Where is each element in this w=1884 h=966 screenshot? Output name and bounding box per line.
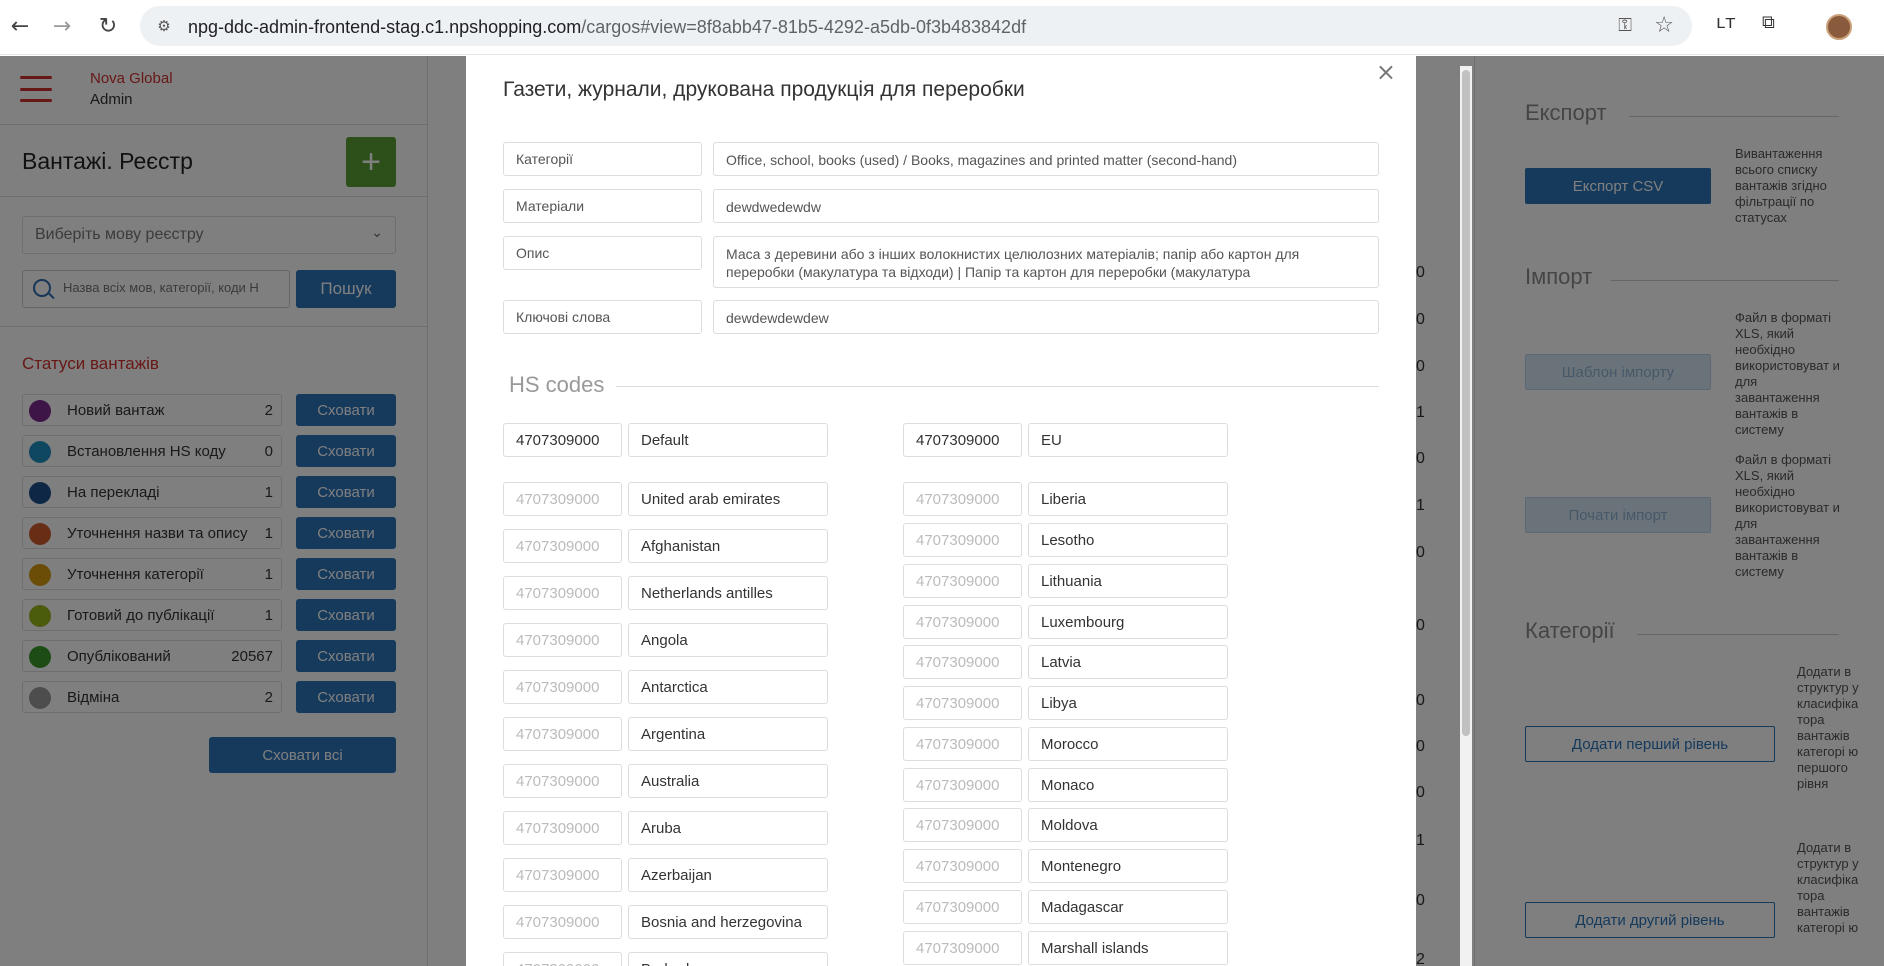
hs-code-input[interactable]: 4707309000	[903, 808, 1022, 842]
url-text[interactable]: npg-ddc-admin-frontend-stag.c1.npshoppin…	[188, 17, 1026, 38]
country-label: Antarctica	[628, 670, 828, 704]
hs-code-input[interactable]: 4707309000	[503, 811, 622, 845]
country-label: Madagascar	[1028, 890, 1228, 924]
country-label: Bosnia and herzegovina	[628, 905, 828, 939]
hs-code-input[interactable]: 4707309000	[903, 727, 1022, 761]
default-country-label: Default	[628, 423, 828, 457]
hs-code-input[interactable]: 4707309000	[903, 564, 1022, 598]
hs-code-input[interactable]: 4707309000	[503, 952, 622, 966]
back-arrow-icon[interactable]: ←	[4, 10, 36, 42]
hs-code-input[interactable]: 4707309000	[503, 623, 622, 657]
country-label: Netherlands antilles	[628, 576, 828, 610]
hs-code-input[interactable]: 4707309000	[903, 768, 1022, 802]
hs-code-input[interactable]: 4707309000	[503, 482, 622, 516]
country-label: Aruba	[628, 811, 828, 845]
bookmark-star-icon[interactable]: ☆	[1654, 13, 1674, 38]
country-label: Angola	[628, 623, 828, 657]
hs-code-input[interactable]: 4707309000	[503, 905, 622, 939]
country-label: Barbados	[628, 952, 828, 966]
country-label: Marshall islands	[1028, 931, 1228, 965]
hs-codes-heading: HS codes	[509, 372, 615, 398]
categories-value[interactable]: Office, school, books (used) / Books, ma…	[713, 142, 1379, 176]
hs-code-input[interactable]: 4707309000	[903, 523, 1022, 557]
reload-icon[interactable]: ↻	[92, 10, 124, 42]
hs-code-input[interactable]: 4707309000	[903, 645, 1022, 679]
extensions-puzzle-icon[interactable]: ⧉	[1762, 12, 1775, 33]
forward-arrow-icon[interactable]: →	[46, 10, 78, 42]
address-bar[interactable]: ⚙ npg-ddc-admin-frontend-stag.c1.npshopp…	[140, 6, 1692, 46]
url-host: npg-ddc-admin-frontend-stag.c1.npshoppin…	[188, 17, 582, 37]
password-key-icon[interactable]: ⚿	[1618, 15, 1632, 36]
description-value[interactable]: Маса з деревини або з інших волокнистих …	[713, 236, 1379, 288]
description-label: Опис	[503, 236, 702, 270]
translate-extension-icon[interactable]: ʟᴛ	[1716, 12, 1736, 33]
cargo-details-modal: × Газети, журнали, друкована продукція д…	[466, 56, 1416, 966]
country-label: Monaco	[1028, 768, 1228, 802]
country-label: Azerbaijan	[628, 858, 828, 892]
modal-scrollbar[interactable]	[1460, 66, 1472, 966]
hs-code-input[interactable]: 4707309000	[503, 529, 622, 563]
country-label: Argentina	[628, 717, 828, 751]
country-label: Moldova	[1028, 808, 1228, 842]
hs-code-input[interactable]: 4707309000	[903, 890, 1022, 924]
modal-title: Газети, журнали, друкована продукція для…	[503, 78, 1025, 101]
country-label: Lithuania	[1028, 564, 1228, 598]
country-label: Libya	[1028, 686, 1228, 720]
hs-code-input[interactable]: 4707309000	[903, 605, 1022, 639]
hs-code-input[interactable]: 4707309000	[503, 764, 622, 798]
materials-value[interactable]: dewdwedewdw	[713, 189, 1379, 223]
country-label: Afghanistan	[628, 529, 828, 563]
eu-country-label: EU	[1028, 423, 1228, 457]
site-info-icon[interactable]: ⚙	[152, 14, 176, 38]
keywords-value[interactable]: dewdewdewdew	[713, 300, 1379, 334]
default-hs-code-input[interactable]: 4707309000	[503, 423, 622, 457]
hs-code-input[interactable]: 4707309000	[903, 931, 1022, 965]
hs-code-input[interactable]: 4707309000	[503, 858, 622, 892]
scrollbar-thumb[interactable]	[1462, 70, 1470, 736]
hs-code-input[interactable]: 4707309000	[503, 717, 622, 751]
materials-label: Матеріали	[503, 189, 702, 223]
hs-code-input[interactable]: 4707309000	[903, 849, 1022, 883]
divider	[616, 386, 1379, 387]
hs-code-input[interactable]: 4707309000	[903, 482, 1022, 516]
country-label: Luxembourg	[1028, 605, 1228, 639]
hs-code-input[interactable]: 4707309000	[503, 670, 622, 704]
country-label: United arab emirates	[628, 482, 828, 516]
country-label: Latvia	[1028, 645, 1228, 679]
browser-toolbar: ← → ↻ ⚙ npg-ddc-admin-frontend-stag.c1.n…	[0, 0, 1884, 55]
country-label: Lesotho	[1028, 523, 1228, 557]
keywords-label: Ключові слова	[503, 300, 702, 334]
country-label: Morocco	[1028, 727, 1228, 761]
country-label: Liberia	[1028, 482, 1228, 516]
close-icon[interactable]: ×	[1376, 58, 1396, 86]
country-label: Montenegro	[1028, 849, 1228, 883]
profile-avatar[interactable]	[1826, 14, 1852, 40]
hs-code-input[interactable]: 4707309000	[903, 686, 1022, 720]
hs-code-input[interactable]: 4707309000	[503, 576, 622, 610]
categories-label: Категорії	[503, 142, 702, 176]
country-label: Australia	[628, 764, 828, 798]
eu-hs-code-input[interactable]: 4707309000	[903, 423, 1022, 457]
url-path: /cargos#view=8f8abb47-81b5-4292-a5db-0f3…	[581, 17, 1027, 37]
